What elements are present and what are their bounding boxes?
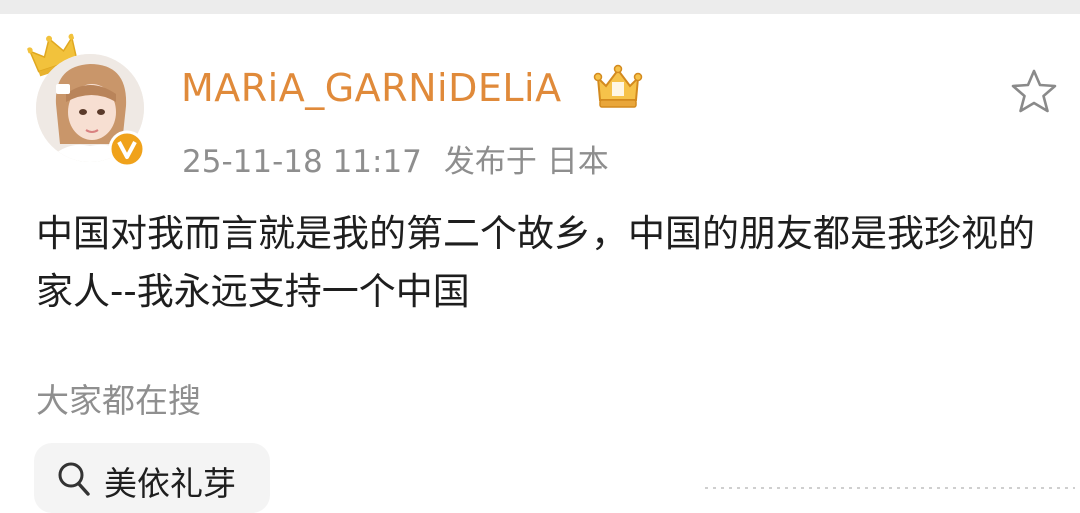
trending-search-label: 大家都在搜 [36, 381, 201, 420]
search-icon [58, 462, 90, 496]
post-content: 中国对我而言就是我的第二个故乡，中国的朋友都是我珍视的家人--我永远支持一个中国 [36, 212, 1035, 313]
decorative-dotted-border [705, 487, 1075, 489]
trending-search-chip-label: 美依礼芽 [104, 464, 236, 503]
post-timestamp: 25-11-18 11:17 [182, 144, 422, 180]
star-outline-icon[interactable] [1010, 68, 1058, 114]
username[interactable]: MARiA_GARNiDELiA [181, 66, 562, 110]
avatar-container[interactable] [26, 33, 158, 168]
post-location: 发布于 日本 [443, 144, 609, 180]
verified-v-badge-icon [108, 130, 146, 168]
vip-crown-badge-icon[interactable] [592, 64, 644, 110]
trending-search-chip[interactable]: 美依礼芽 [34, 443, 270, 513]
post-meta: 25-11-18 11:17 发布于 日本 [182, 136, 609, 181]
top-status-strip [0, 0, 1080, 14]
